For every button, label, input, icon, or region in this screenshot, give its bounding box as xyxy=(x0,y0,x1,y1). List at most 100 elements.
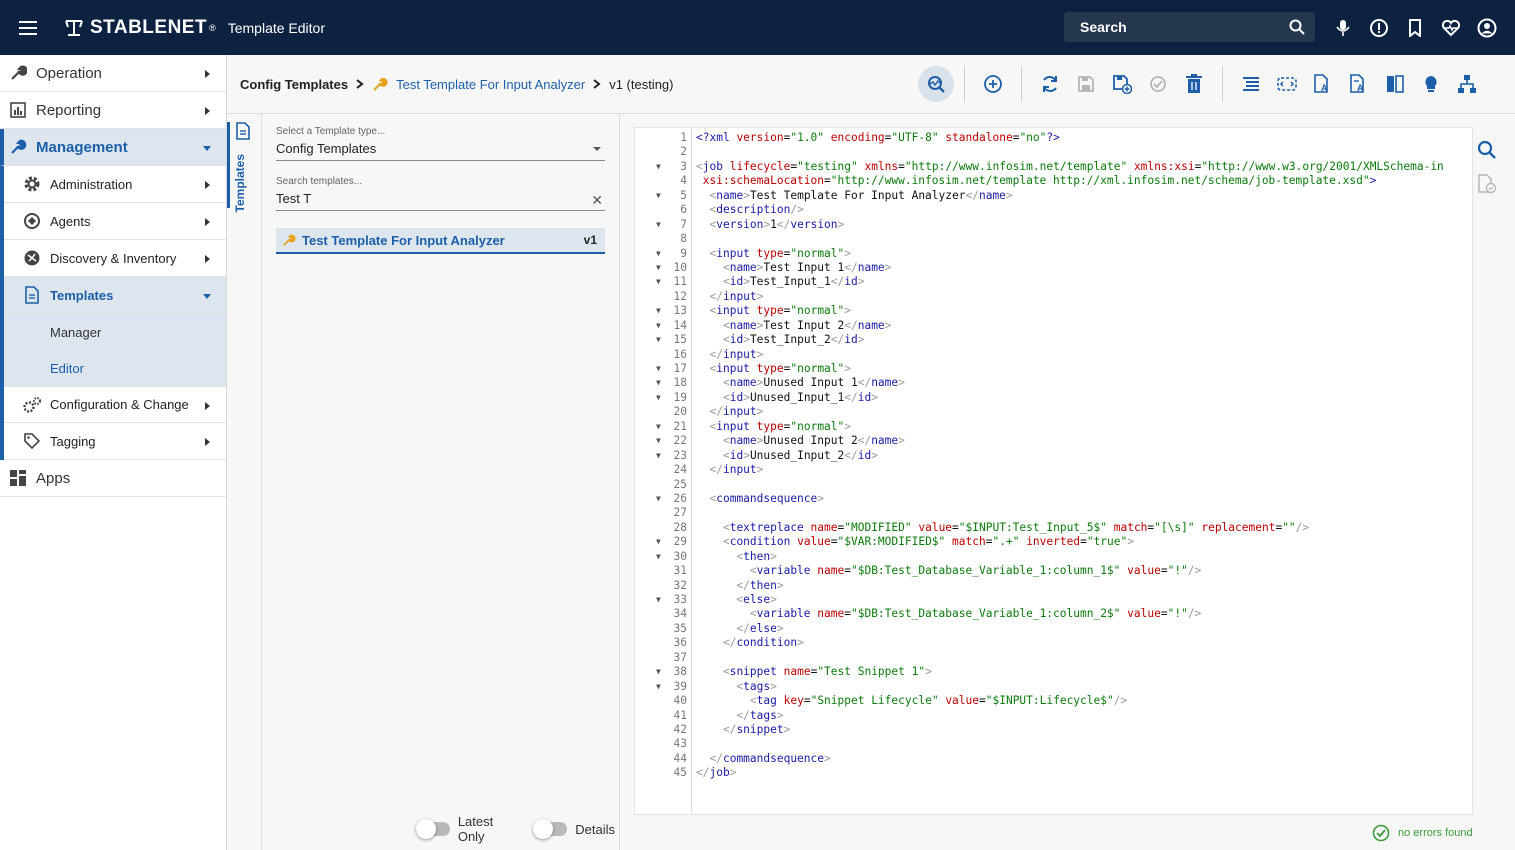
heart-pulse-icon[interactable] xyxy=(1440,17,1462,39)
add-circle-icon[interactable] xyxy=(975,66,1011,102)
code-line[interactable]: 5 ▼ <name>Test Template For Input Analyze… xyxy=(635,189,1472,203)
fold-toggle-icon[interactable]: ▼ xyxy=(656,449,661,463)
bookmark-icon[interactable] xyxy=(1404,17,1426,39)
code-line[interactable]: 44 </commandsequence> xyxy=(635,752,1472,766)
code-line[interactable]: 42 </snippet> xyxy=(635,723,1472,737)
sidebar-item-reporting[interactable]: Reporting xyxy=(0,92,226,129)
sidebar-item-operation[interactable]: Operation xyxy=(0,55,226,92)
details-toggle[interactable] xyxy=(533,819,568,839)
refresh-icon[interactable] xyxy=(1032,66,1068,102)
code-line[interactable]: 25 xyxy=(635,478,1472,492)
code-line[interactable]: 8 xyxy=(635,232,1472,246)
fold-toggle-icon[interactable]: ▼ xyxy=(656,492,661,506)
sidebar-item-administration[interactable]: Administration xyxy=(4,166,226,203)
sidebar-item-discovery-inventory[interactable]: Discovery & Inventory xyxy=(4,240,226,277)
code-line[interactable]: 36 </condition> xyxy=(635,636,1472,650)
tab-templates[interactable]: Templates xyxy=(233,154,247,212)
code-editor[interactable]: 1 <?xml version="1.0" encoding="UTF-8" st… xyxy=(634,127,1473,815)
translate-doc-icon[interactable]: A xyxy=(1305,66,1341,102)
book-icon[interactable] xyxy=(1377,66,1413,102)
code-line[interactable]: 22 ▼ <name>Unused Input 2</name> xyxy=(635,434,1472,448)
code-line[interactable]: 38 ▼ <snippet name="Test Snippet 1"> xyxy=(635,665,1472,679)
code-line[interactable]: 21 ▼ <input type="normal"> xyxy=(635,420,1472,434)
fold-toggle-icon[interactable]: ▼ xyxy=(656,218,661,232)
code-line[interactable]: 26 ▼ <commandsequence> xyxy=(635,492,1472,506)
template-type-select[interactable]: Select a Template type... Config Templat… xyxy=(276,126,605,161)
code-line[interactable]: 28 <textreplace name="MODIFIED" value="$… xyxy=(635,521,1472,535)
code-line[interactable]: 31 <variable name="$DB:Test_Database_Var… xyxy=(635,564,1472,578)
sidebar-item-tagging[interactable]: Tagging xyxy=(4,423,226,460)
code-line[interactable]: 39 ▼ <tags> xyxy=(635,680,1472,694)
list-item[interactable]: Test Template For Input Analyzer v1 xyxy=(276,228,605,254)
code-line[interactable]: 14 ▼ <name>Test Input 2</name> xyxy=(635,319,1472,333)
code-line[interactable]: 43 xyxy=(635,737,1472,751)
sidebar-item-management[interactable]: Management xyxy=(0,129,226,166)
fold-toggle-icon[interactable]: ▼ xyxy=(656,420,661,434)
fold-toggle-icon[interactable]: ▼ xyxy=(656,376,661,390)
code-line[interactable]: 7 ▼ <version>1</version> xyxy=(635,218,1472,232)
lightbulb-icon[interactable] xyxy=(1413,66,1449,102)
code-line[interactable]: 10 ▼ <name>Test Input 1</name> xyxy=(635,261,1472,275)
sidebar-item-templates[interactable]: Templates xyxy=(4,277,226,314)
sidebar-item-apps[interactable]: Apps xyxy=(0,460,226,497)
sidebar-item-editor[interactable]: Editor xyxy=(4,350,226,386)
info-icon[interactable] xyxy=(1368,17,1390,39)
snippet-icon[interactable] xyxy=(1269,66,1305,102)
fold-toggle-icon[interactable]: ▼ xyxy=(656,434,661,448)
code-line[interactable]: 29 ▼ <condition value="$VAR:MODIFIED$" ma… xyxy=(635,535,1472,549)
code-line[interactable]: 33 ▼ <else> xyxy=(635,593,1472,607)
fold-toggle-icon[interactable]: ▼ xyxy=(656,333,661,347)
code-line[interactable]: 6 <description/> xyxy=(635,203,1472,217)
code-line[interactable]: 23 ▼ <id>Unused_Input_2</id> xyxy=(635,449,1472,463)
compare-doc-icon[interactable]: A xyxy=(1341,66,1377,102)
code-line[interactable]: 19 ▼ <id>Unused_Input_1</id> xyxy=(635,391,1472,405)
user-account-icon[interactable] xyxy=(1476,17,1498,39)
fold-toggle-icon[interactable]: ▼ xyxy=(656,304,661,318)
code-line[interactable]: 34 <variable name="$DB:Test_Database_Var… xyxy=(635,607,1472,621)
code-line[interactable]: 35 </else> xyxy=(635,622,1472,636)
sidebar-item-configuration-change[interactable]: Configuration & Change xyxy=(4,386,226,423)
hierarchy-icon[interactable] xyxy=(1449,66,1485,102)
fold-toggle-icon[interactable]: ▼ xyxy=(656,319,661,333)
code-line[interactable]: 12 </input> xyxy=(635,290,1472,304)
dropdown-caret-icon[interactable] xyxy=(593,147,601,151)
fold-toggle-icon[interactable]: ▼ xyxy=(656,189,661,203)
code-line[interactable]: 30 ▼ <then> xyxy=(635,550,1472,564)
fold-toggle-icon[interactable]: ▼ xyxy=(656,680,661,694)
fold-toggle-icon[interactable]: ▼ xyxy=(656,535,661,549)
fold-toggle-icon[interactable]: ▼ xyxy=(656,247,661,261)
code-line[interactable]: 3 ▼ <job lifecycle="testing" xmlns="http:/… xyxy=(635,160,1472,174)
code-line[interactable]: 9 ▼ <input type="normal"> xyxy=(635,247,1472,261)
save-icon[interactable] xyxy=(1068,66,1104,102)
search-icon[interactable] xyxy=(1289,19,1305,35)
template-search-field[interactable]: Search templates... Test T ✕ xyxy=(276,176,605,211)
global-search-input[interactable]: Search xyxy=(1064,12,1315,42)
sidebar-item-manager[interactable]: Manager xyxy=(4,314,226,350)
code-line[interactable]: 45 </job> xyxy=(635,766,1472,780)
sidebar-item-agents[interactable]: Agents xyxy=(4,203,226,240)
code-line[interactable]: 20 </input> xyxy=(635,405,1472,419)
code-line[interactable]: 13 ▼ <input type="normal"> xyxy=(635,304,1472,318)
menu-icon[interactable] xyxy=(0,0,56,55)
code-line[interactable]: 27 xyxy=(635,506,1472,520)
history-icon[interactable] xyxy=(1140,66,1176,102)
fold-toggle-icon[interactable]: ▼ xyxy=(656,275,661,289)
fold-toggle-icon[interactable]: ▼ xyxy=(656,362,661,376)
search-icon[interactable] xyxy=(1477,140,1505,160)
code-line[interactable]: 15 ▼ <id>Test_Input_2</id> xyxy=(635,333,1472,347)
code-line[interactable]: 11 ▼ <id>Test_Input_1</id> xyxy=(635,275,1472,289)
clear-icon[interactable]: ✕ xyxy=(591,192,603,209)
code-line[interactable]: 41 </tags> xyxy=(635,709,1472,723)
code-line[interactable]: 40 <tag key="Snippet Lifecycle" value="$… xyxy=(635,694,1472,708)
microphone-icon[interactable] xyxy=(1332,17,1354,39)
code-line[interactable]: 4 xsi:schemaLocation="http://www.infosim… xyxy=(635,174,1472,188)
fold-toggle-icon[interactable]: ▼ xyxy=(656,665,661,679)
code-line[interactable]: 24 </input> xyxy=(635,463,1472,477)
code-line[interactable]: 16 </input> xyxy=(635,348,1472,362)
fold-toggle-icon[interactable]: ▼ xyxy=(656,550,661,564)
breadcrumb-template[interactable]: Test Template For Input Analyzer xyxy=(396,77,585,92)
fold-toggle-icon[interactable]: ▼ xyxy=(656,261,661,275)
delete-icon[interactable] xyxy=(1176,66,1212,102)
fold-toggle-icon[interactable]: ▼ xyxy=(656,160,661,174)
fold-toggle-icon[interactable]: ▼ xyxy=(656,593,661,607)
